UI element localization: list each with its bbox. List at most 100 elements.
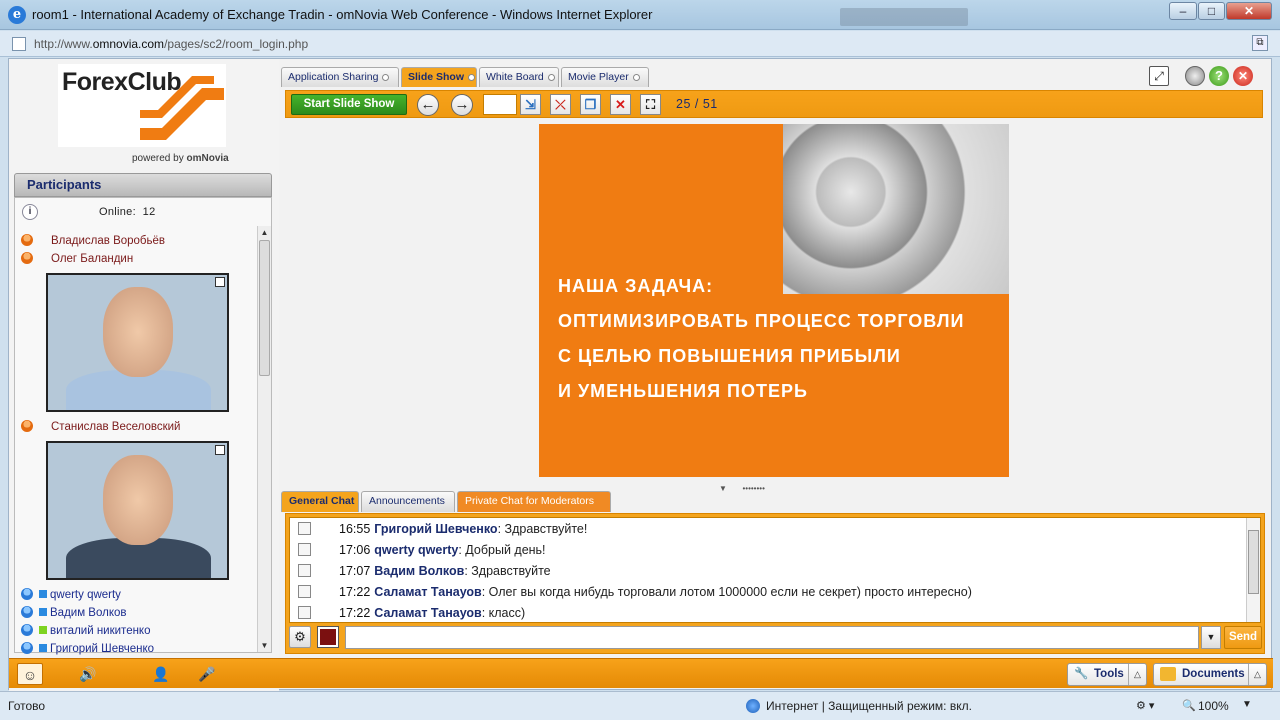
text-color-swatch — [320, 629, 336, 645]
message-time: 17:22 — [339, 606, 371, 620]
help-icon[interactable]: ? — [1209, 66, 1229, 86]
message-checkbox[interactable] — [298, 543, 311, 556]
moderator-icon — [21, 420, 33, 432]
message-text: : Здравствуйте — [464, 564, 551, 578]
pointer-off-icon[interactable]: ⤫ — [550, 94, 571, 115]
participant-name: Григорий Шевченко — [50, 643, 154, 655]
url-path: /pages/sc2/room_login.php — [164, 37, 309, 51]
fit-screen-icon[interactable]: ⛶ — [640, 94, 661, 115]
bottom-toolbar: ☺ 🔊 👤 🎤 🔧 Tools △ Documents △ — [9, 658, 1273, 688]
popout-icon[interactable] — [215, 445, 225, 455]
slide: НАША ЗАДАЧА: ОПТИМИЗИРОВАТЬ ПРОЦЕСС ТОРГ… — [539, 124, 1009, 477]
minimize-button[interactable]: – — [1169, 2, 1197, 20]
video-feed[interactable] — [46, 273, 229, 412]
participants-header[interactable]: Participants — [14, 173, 272, 197]
message-checkbox[interactable] — [298, 522, 311, 535]
documents-caret-icon[interactable]: △ — [1248, 664, 1266, 685]
copy-icon[interactable]: ❐ — [580, 94, 601, 115]
gear-icon[interactable] — [1185, 66, 1205, 86]
participant-name: Олег Баландин — [51, 253, 134, 265]
next-arrow-icon[interactable]: → — [451, 94, 473, 116]
microphone-off-icon[interactable]: 🎤 — [195, 663, 219, 685]
participant-moderator[interactable]: Олег Баландин — [21, 252, 133, 265]
start-slideshow-button[interactable]: Start Slide Show — [291, 94, 407, 115]
chat-message-input[interactable] — [345, 626, 1199, 649]
send-button[interactable]: Send — [1224, 626, 1262, 649]
participant-name: Владислав Воробьёв — [51, 235, 166, 247]
message-checkbox[interactable] — [298, 585, 311, 598]
maximize-button[interactable]: □ — [1198, 2, 1225, 20]
scroll-thumb[interactable] — [259, 240, 270, 376]
slide-line: НАША ЗАДАЧА: — [558, 276, 714, 296]
participant-attendee[interactable]: Вадим Волков — [21, 606, 127, 619]
participant-attendee[interactable]: qwerty qwerty — [21, 588, 121, 601]
go-page-icon[interactable]: ⇲ — [520, 94, 541, 115]
zoom-level[interactable]: 100% — [1198, 699, 1229, 713]
tab-private-chat-moderators[interactable]: Private Chat for Moderators — [457, 491, 611, 512]
url-text[interactable]: http://www.omnovia.com/pages/sc2/room_lo… — [34, 37, 308, 51]
video-face — [103, 287, 173, 377]
scroll-down-icon[interactable]: ▼ — [259, 640, 270, 651]
participant-moderator[interactable]: Владислав Воробьёв — [21, 234, 165, 247]
slideshow-toolbar: Start Slide Show ← → ⇲ ⤫ ❐ ✕ ⛶ 25 / 51 — [285, 90, 1263, 118]
attendee-icon — [21, 606, 33, 618]
participant-name: Вадим Волков — [50, 607, 127, 619]
participant-moderator[interactable]: Станислав Веселовский — [21, 420, 180, 433]
chat-dropdown-icon[interactable]: ▼ — [1201, 626, 1221, 649]
documents-button[interactable]: Documents △ — [1153, 663, 1267, 686]
message-author: Саламат Танауов — [374, 585, 482, 599]
scroll-up-icon[interactable]: ▲ — [259, 227, 270, 238]
security-zone[interactable]: Интернет | Защищенный режим: вкл. — [766, 699, 972, 713]
status-bar: Готово Интернет | Защищенный режим: вкл.… — [0, 691, 1280, 720]
chat-tabs: General Chat Announcements Private Chat … — [281, 491, 1271, 513]
participant-name: виталий никитенко — [50, 625, 151, 637]
video-feed[interactable] — [46, 441, 229, 580]
participant-attendee[interactable]: Григорий Шевченко — [21, 642, 154, 655]
raise-hand-icon[interactable]: ☺ — [17, 663, 43, 685]
close-button[interactable]: ✕ — [1226, 2, 1272, 20]
message-checkbox[interactable] — [298, 606, 311, 619]
status-square — [39, 644, 47, 652]
info-icon[interactable]: i — [22, 204, 38, 220]
chat-message: 17:22 Саламат Танауов: Олег вы когда нибу… — [298, 582, 972, 603]
fullscreen-icon[interactable]: ⤢ — [1149, 66, 1169, 86]
participant-attendee[interactable]: виталий никитенко — [21, 624, 151, 637]
chat-settings-icon[interactable]: ⚙ — [289, 626, 311, 648]
participants-scrollbar[interactable]: ▲ ▼ — [257, 226, 271, 652]
tab-application-sharing[interactable]: Application Sharing — [281, 67, 399, 87]
delete-icon[interactable]: ✕ — [610, 94, 631, 115]
documents-label: Documents — [1182, 668, 1245, 680]
page-counter: 25 / 51 — [676, 97, 718, 111]
tools-caret-icon[interactable]: △ — [1128, 664, 1146, 685]
text-color-picker[interactable] — [317, 626, 339, 648]
message-checkbox[interactable] — [298, 564, 311, 577]
webcam-icon[interactable]: 👤 — [149, 663, 173, 685]
protected-mode-icon[interactable]: ⚙ ▾ — [1136, 699, 1154, 712]
compatibility-view-icon[interactable]: ⧉ — [1252, 35, 1268, 51]
tab-general-chat[interactable]: General Chat — [281, 491, 359, 512]
tab-movie-player[interactable]: Movie Player — [561, 67, 649, 87]
prev-arrow-icon[interactable]: ← — [417, 94, 439, 116]
chat-scrollbar[interactable] — [1246, 518, 1260, 622]
chat-scroll-thumb[interactable] — [1248, 530, 1259, 594]
message-author: Вадим Волков — [374, 564, 465, 578]
chat-message: 17:06 qwerty qwerty: Добрый день! — [298, 540, 546, 561]
tools-button[interactable]: 🔧 Tools △ — [1067, 663, 1147, 686]
exit-icon[interactable]: ✕ — [1233, 66, 1253, 86]
zoom-dropdown-icon[interactable]: ▼ — [1242, 699, 1252, 710]
message-text: : Здравствуйте! — [497, 522, 588, 536]
tools-label: Tools — [1094, 668, 1124, 680]
tab-label: Movie Player — [568, 71, 629, 83]
tab-announcements[interactable]: Announcements — [361, 491, 455, 512]
tab-white-board[interactable]: White Board — [479, 67, 559, 87]
tab-slide-show[interactable]: Slide Show — [401, 67, 477, 87]
zoom-icon: 🔍 — [1182, 700, 1196, 712]
internet-globe-icon — [746, 699, 760, 713]
speaker-volume-icon[interactable]: 🔊 — [63, 663, 113, 685]
ie-icon: e — [8, 6, 26, 24]
page-number-input[interactable] — [483, 94, 517, 115]
address-bar[interactable]: http://www.omnovia.com/pages/sc2/room_lo… — [0, 31, 1280, 57]
message-text: : класс) — [481, 606, 526, 620]
popout-icon[interactable] — [215, 277, 225, 287]
url-prefix: http://www. — [34, 37, 93, 51]
